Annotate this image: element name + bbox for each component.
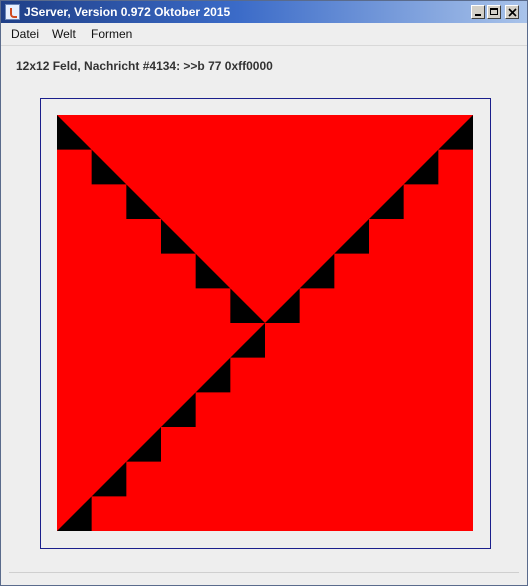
window-bottom-edge — [9, 572, 519, 573]
menu-bar: Datei Welt Formen — [1, 23, 527, 46]
java-app-icon[interactable] — [5, 4, 20, 20]
title-bar[interactable]: JServer, Version 0.972 Oktober 2015 — [1, 1, 527, 23]
board-canvas[interactable] — [57, 115, 473, 531]
menu-datei[interactable]: Datei — [11, 27, 39, 41]
maximize-button[interactable] — [487, 5, 501, 19]
close-icon — [508, 8, 517, 17]
menu-formen[interactable]: Formen — [91, 27, 132, 41]
application-window: JServer, Version 0.972 Oktober 2015 Date… — [0, 0, 528, 586]
window-title: JServer, Version 0.972 Oktober 2015 — [24, 5, 231, 19]
close-button[interactable] — [505, 5, 519, 19]
minimize-button[interactable] — [471, 5, 485, 19]
menu-welt[interactable]: Welt — [52, 27, 76, 41]
status-message: 12x12 Feld, Nachricht #4134: >>b 77 0xff… — [16, 59, 273, 73]
